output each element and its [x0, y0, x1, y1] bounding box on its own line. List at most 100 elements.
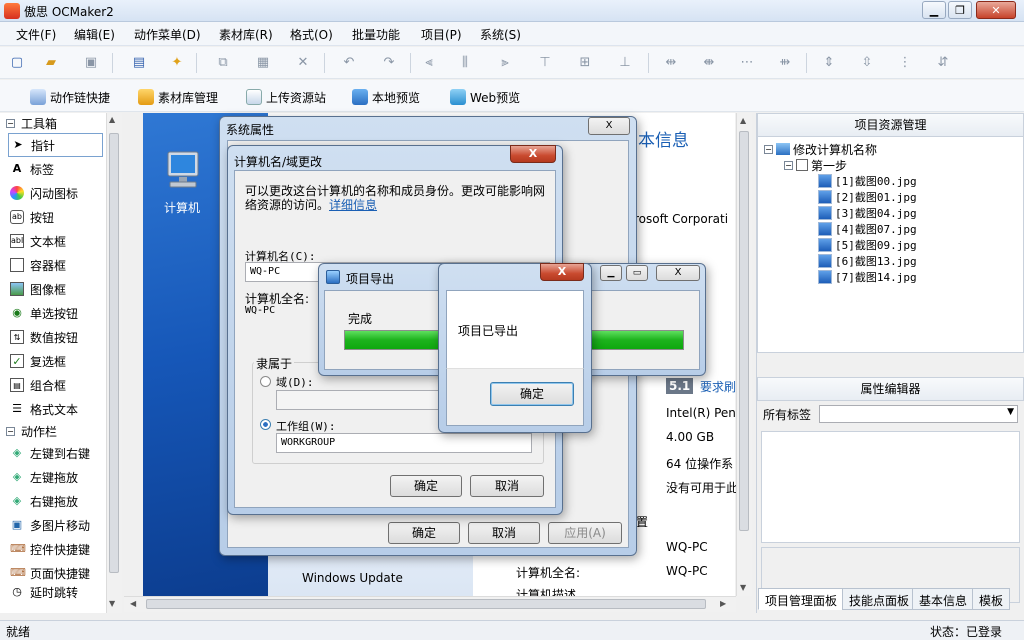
action-left-drag[interactable]: ◈ 左键拖放 — [0, 465, 121, 489]
rename-cancel-button[interactable]: 取消 — [470, 475, 544, 497]
web-preview-button[interactable]: Web预览 — [450, 87, 520, 107]
tab-skill-panel[interactable]: 技能点面板 — [842, 588, 917, 610]
details-link[interactable]: 详细信息 — [329, 198, 377, 212]
tool-checkbox[interactable]: ✓ 复选框 — [0, 349, 121, 373]
tool-image[interactable]: 图像框 — [0, 277, 121, 301]
tree-root[interactable]: − 修改计算机名称 — [764, 141, 1017, 157]
action-right-drag[interactable]: ◈ 右键拖放 — [0, 489, 121, 513]
scroll-down-icon[interactable]: ▼ — [109, 599, 115, 608]
tree-file[interactable]: [7]截图14.jpg — [764, 269, 1017, 285]
tree-file[interactable]: [2]截图01.jpg — [764, 189, 1017, 205]
tree-file[interactable]: [6]截图13.jpg — [764, 253, 1017, 269]
paste-icon[interactable]: ▦ — [254, 54, 272, 72]
menu-project[interactable]: 项目(P) — [421, 26, 462, 43]
sysprops-cancel-button[interactable]: 取消 — [468, 522, 540, 544]
tool-richtext[interactable]: ☰ 格式文本 — [0, 397, 121, 421]
toolbox-scrollbar[interactable]: ▲ ▼ — [106, 113, 122, 613]
property-grid[interactable] — [761, 431, 1020, 543]
scroll-thumb[interactable] — [739, 131, 749, 531]
actionbar-header[interactable]: − 动作栏 — [0, 421, 121, 441]
upload-button[interactable]: 上传资源站 — [246, 87, 326, 107]
tool-label-control[interactable]: A 标签 — [0, 157, 121, 181]
tab-project-panel[interactable]: 项目管理面板 — [758, 588, 845, 610]
delete-icon[interactable]: ✕ — [294, 54, 312, 72]
tree-file[interactable]: [4]截图07.jpg — [764, 221, 1017, 237]
scroll-up-icon[interactable]: ▲ — [109, 115, 115, 124]
sysprops-apply-button[interactable]: 应用(A) — [548, 522, 622, 544]
align-center-icon[interactable]: ⫼ — [456, 54, 474, 72]
tool-button[interactable]: ab 按钮 — [0, 205, 121, 229]
space-h-icon[interactable]: ⇼ — [700, 54, 718, 72]
minimize-button[interactable]: ▁ — [922, 1, 946, 19]
maximize-button[interactable]: ❐ — [948, 1, 972, 19]
menu-format[interactable]: 格式(O) — [290, 26, 333, 43]
menu-action[interactable]: 动作菜单(D) — [134, 26, 201, 43]
scroll-down-icon[interactable]: ▼ — [740, 583, 746, 592]
space-v-icon[interactable]: ⇳ — [858, 54, 876, 72]
tag-filter-select[interactable]: ▼ — [819, 405, 1018, 423]
tree-step[interactable]: − 第一步 — [764, 157, 1017, 173]
scroll-thumb[interactable] — [146, 599, 706, 609]
menu-batch[interactable]: 批量功能 — [352, 26, 400, 43]
tree-file[interactable]: [3]截图04.jpg — [764, 205, 1017, 221]
close-button[interactable]: ✕ — [976, 1, 1016, 19]
redo-icon[interactable]: ↷ — [380, 54, 398, 72]
save-icon[interactable]: ▣ — [82, 54, 100, 72]
tool-pointer[interactable]: ➤ 指针 — [8, 133, 103, 157]
action-multi-image[interactable]: ▣ 多图片移动 — [0, 513, 121, 537]
menu-system[interactable]: 系统(S) — [480, 26, 521, 43]
document-icon[interactable]: ▤ — [130, 54, 148, 72]
messagebox-close-button[interactable]: X — [540, 263, 584, 281]
export-close-button[interactable]: X — [656, 265, 700, 281]
align-bottom-icon[interactable]: ⊥ — [616, 54, 634, 72]
new-file-icon[interactable]: ▢ — [8, 54, 26, 72]
space-v-reduce-icon[interactable]: ⇵ — [934, 54, 952, 72]
menu-file[interactable]: 文件(F) — [16, 26, 56, 43]
space-h-reduce-icon[interactable]: ⇻ — [776, 54, 794, 72]
align-right-icon[interactable]: ⫸ — [496, 54, 514, 72]
tool-radio[interactable]: ◉ 单选按钮 — [0, 301, 121, 325]
tree-file[interactable]: [1]截图00.jpg — [764, 173, 1017, 189]
export-maximize-button[interactable]: ▭ — [626, 265, 648, 281]
align-top-icon[interactable]: ⊤ — [536, 54, 554, 72]
action-left-to-right[interactable]: ◈ 左键到右键 — [0, 441, 121, 465]
windows-update-link[interactable]: Windows Update — [302, 571, 403, 585]
scroll-right-icon[interactable]: ▶ — [720, 599, 726, 608]
toolbox-header[interactable]: − 工具箱 — [0, 113, 121, 133]
domain-radio[interactable] — [260, 376, 271, 387]
canvas-vscrollbar[interactable]: ▲ ▼ — [736, 113, 752, 596]
action-page-shortcut[interactable]: ⌨ 页面快捷键 — [0, 561, 121, 585]
canvas-hscrollbar[interactable]: ◀ ▶ — [124, 596, 736, 612]
undo-icon[interactable]: ↶ — [340, 54, 358, 72]
wizard-icon[interactable]: ✦ — [168, 54, 186, 72]
scroll-thumb[interactable] — [109, 133, 119, 573]
scroll-left-icon[interactable]: ◀ — [130, 599, 136, 608]
action-delay-jump[interactable]: ◷ 延时跳转 — [0, 585, 121, 599]
local-preview-button[interactable]: 本地预览 — [352, 87, 420, 107]
menu-edit[interactable]: 编辑(E) — [74, 26, 115, 43]
copy-icon[interactable]: ⧉ — [214, 54, 232, 72]
workgroup-radio[interactable] — [260, 419, 271, 430]
tab-basic-info[interactable]: 基本信息 — [912, 588, 975, 610]
align-middle-icon[interactable]: ⊞ — [576, 54, 594, 72]
workgroup-input[interactable]: WORKGROUP — [276, 433, 532, 453]
distribute-h-icon[interactable]: ⇹ — [662, 54, 680, 72]
grid-h-icon[interactable]: ⋯ — [738, 54, 756, 72]
distribute-v-icon[interactable]: ⇕ — [820, 54, 838, 72]
tool-spin[interactable]: ⇅ 数值按钮 — [0, 325, 121, 349]
scroll-up-icon[interactable]: ▲ — [740, 116, 746, 125]
score-link[interactable]: 要求刷 — [700, 378, 736, 395]
messagebox-ok-button[interactable]: 确定 — [490, 382, 574, 406]
tree-file[interactable]: [5]截图09.jpg — [764, 237, 1017, 253]
system-properties-close[interactable]: X — [588, 117, 630, 135]
tool-container[interactable]: 容器框 — [0, 253, 121, 277]
resource-manager-button[interactable]: 素材库管理 — [138, 87, 218, 107]
sysprops-ok-button[interactable]: 确定 — [388, 522, 460, 544]
tool-combo[interactable]: ▤ 组合框 — [0, 373, 121, 397]
open-folder-icon[interactable]: ▰ — [42, 54, 60, 72]
action-control-shortcut[interactable]: ⌨ 控件快捷键 — [0, 537, 121, 561]
export-minimize-button[interactable]: ▁ — [600, 265, 622, 281]
tab-template[interactable]: 模板 — [972, 588, 1011, 610]
action-chain-button[interactable]: 动作链快捷 — [30, 87, 110, 107]
rename-close-button[interactable]: X — [510, 145, 556, 163]
